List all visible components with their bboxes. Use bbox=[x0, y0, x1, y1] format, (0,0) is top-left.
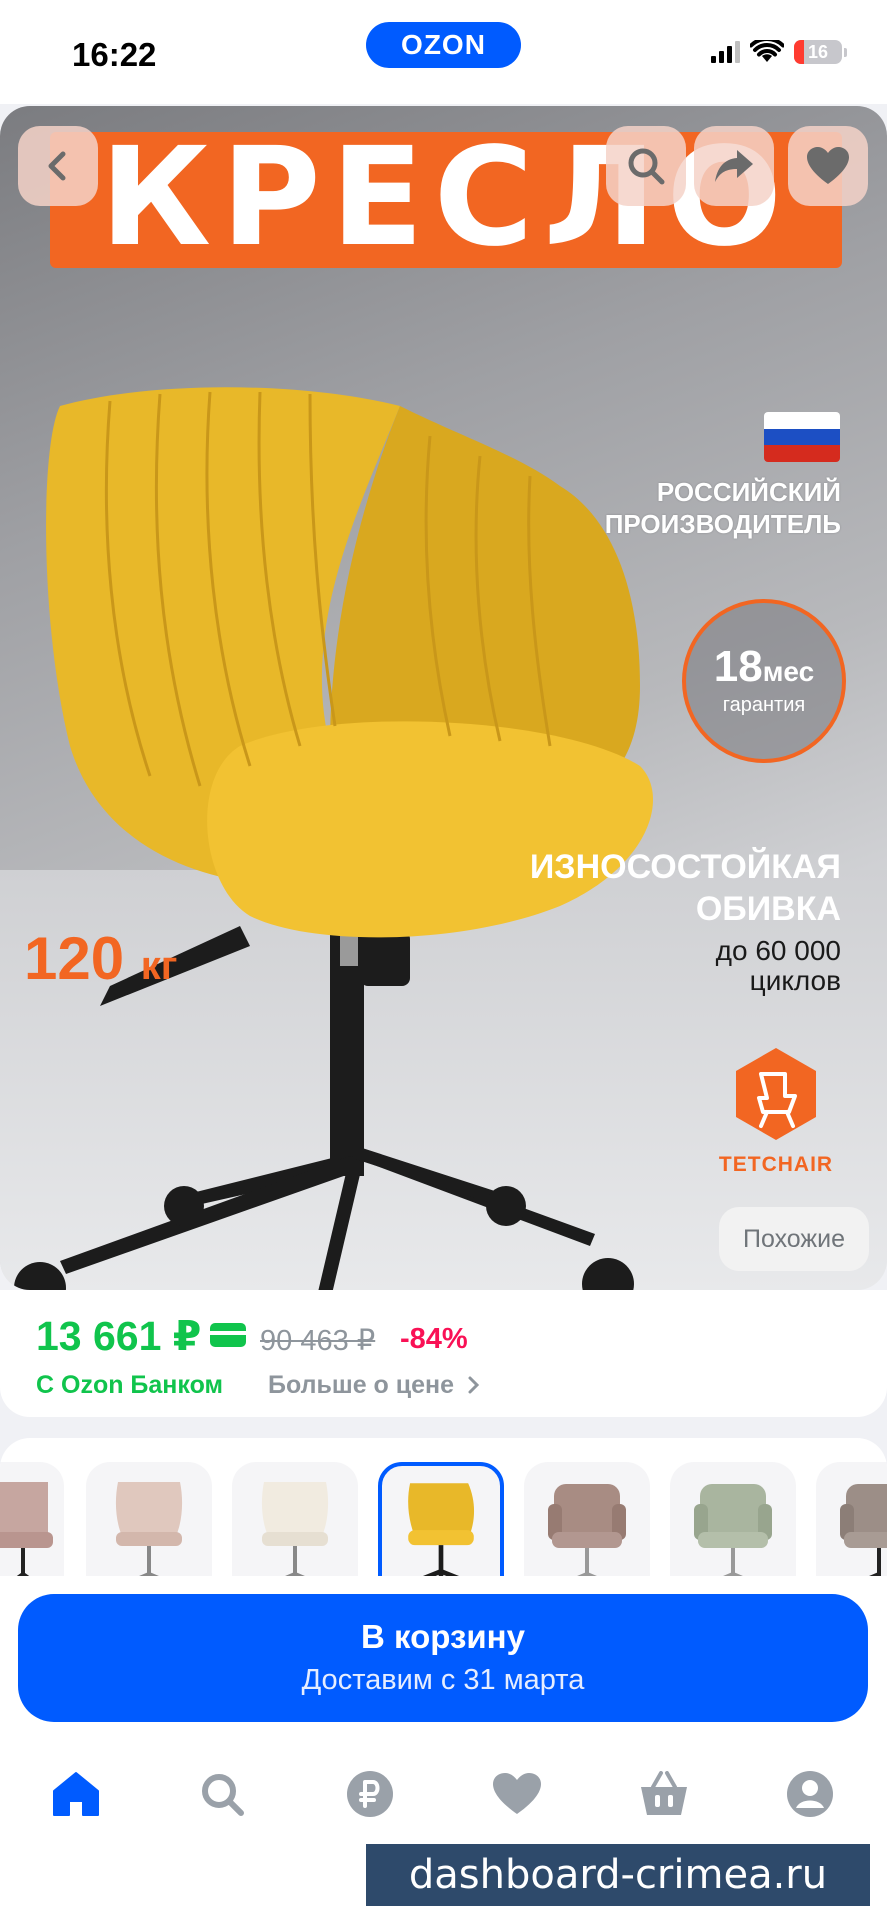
bank-card-icon bbox=[210, 1323, 246, 1347]
search-icon bbox=[628, 148, 665, 185]
basket-icon bbox=[641, 1771, 687, 1815]
add-to-cart-label: В корзину bbox=[361, 1618, 525, 1655]
watermark: dashboard-crimea.ru bbox=[366, 1844, 870, 1906]
cart-bar: В корзину Доставим с 31 марта bbox=[0, 1576, 887, 1756]
russia-flag-icon bbox=[764, 412, 840, 462]
bank-label: С Ozon Банком bbox=[36, 1371, 224, 1399]
tab-home[interactable] bbox=[46, 1764, 106, 1824]
search-button[interactable] bbox=[606, 126, 686, 206]
add-to-cart-button[interactable]: В корзину Доставим с 31 марта bbox=[18, 1594, 868, 1722]
home-icon bbox=[53, 1772, 99, 1816]
share-button[interactable] bbox=[694, 126, 774, 206]
similar-button[interactable]: Похожие bbox=[719, 1207, 869, 1271]
cycles-text: до 60 000 циклов bbox=[715, 935, 841, 996]
ruble-icon bbox=[347, 1771, 393, 1817]
search-icon bbox=[202, 1774, 244, 1816]
tab-cart[interactable] bbox=[634, 1764, 694, 1824]
discount-badge: -84% bbox=[400, 1323, 468, 1355]
load-text: 120 кг bbox=[24, 925, 178, 992]
share-icon bbox=[715, 150, 753, 182]
chevron-right-icon bbox=[468, 1376, 480, 1394]
current-price: 13 661 ₽ bbox=[36, 1313, 202, 1359]
heart-icon bbox=[493, 1773, 541, 1814]
delivery-label: Доставим с 31 марта bbox=[301, 1664, 585, 1696]
ozon-logo: OZON bbox=[366, 22, 521, 68]
battery-icon: 16 bbox=[794, 40, 842, 64]
chair-illustration bbox=[14, 387, 654, 1290]
system-icons: 16 bbox=[711, 40, 847, 64]
back-button[interactable] bbox=[18, 126, 98, 206]
maker-text: РОССИЙСКИЙ ПРОИЗВОДИТЕЛЬ bbox=[604, 477, 841, 539]
heart-icon bbox=[807, 147, 849, 184]
price-card: 13 661 ₽ 90 463 ₽ -84% С Ozon Банком Бол… bbox=[0, 1290, 887, 1417]
product-image[interactable]: КРЕСЛО РОССИЙСКИЙ ПРОИЗВОДИТЕЛЬ 18мес га… bbox=[0, 106, 887, 1290]
clock: 16:22 bbox=[72, 36, 157, 73]
tab-favorites[interactable] bbox=[487, 1764, 547, 1824]
tetchair-logo-icon bbox=[736, 1048, 816, 1140]
tab-finance[interactable] bbox=[340, 1764, 400, 1824]
tab-profile[interactable] bbox=[780, 1764, 840, 1824]
old-price: 90 463 ₽ bbox=[260, 1325, 376, 1357]
tab-search[interactable] bbox=[192, 1764, 252, 1824]
variant-strip bbox=[0, 1438, 887, 1598]
signal-icon bbox=[711, 41, 740, 63]
upholstery-text: ИЗНОСОСТОЙКАЯ ОБИВКА bbox=[529, 848, 841, 928]
wifi-icon bbox=[750, 40, 784, 62]
brand-logo: TETCHAIR bbox=[716, 1046, 836, 1177]
more-about-price-link[interactable]: Больше о цене bbox=[268, 1371, 481, 1400]
favorite-button[interactable] bbox=[788, 126, 868, 206]
status-bar: 16:22 OZON 16 bbox=[0, 0, 887, 104]
back-icon bbox=[48, 151, 66, 181]
warranty-badge: 18мес гарантия bbox=[682, 599, 846, 763]
profile-icon bbox=[787, 1771, 833, 1817]
